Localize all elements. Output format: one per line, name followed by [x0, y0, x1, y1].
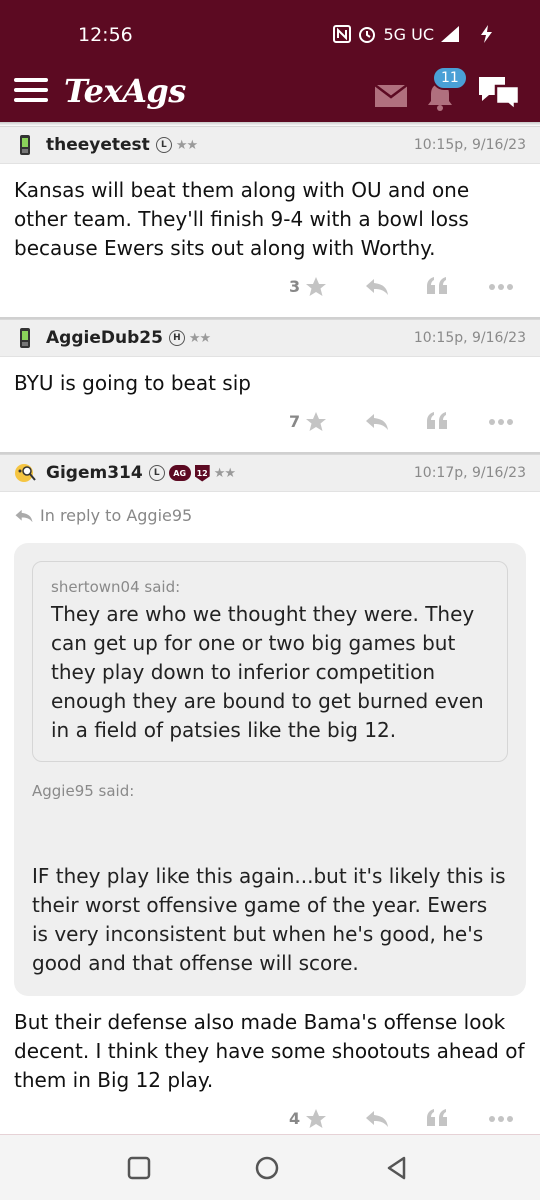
user-stars: ★★ [213, 465, 236, 481]
star-icon[interactable] [304, 275, 328, 299]
post-actions: 3 [0, 263, 540, 317]
status-bar: 12:56 5G UC [0, 0, 540, 70]
post: theeyetest L ★★ 10:15p, 9/16/23 Kansas w… [0, 126, 540, 317]
post-timestamp: 10:17p, 9/16/23 [413, 465, 526, 481]
outer-quote-author: Aggie95 said: [32, 782, 135, 800]
star-icon[interactable] [304, 1107, 328, 1131]
star-count: 7 [289, 412, 301, 431]
status-time: 12:56 [78, 24, 133, 46]
user-stars: ★★ [188, 330, 211, 346]
signal-icon [441, 26, 459, 42]
home-icon[interactable] [254, 1155, 280, 1181]
outer-quote: shertown04 said: They are who we thought… [14, 543, 526, 996]
post-header: Gigem314 L AG 12 ★★ 10:17p, 9/16/23 [0, 454, 540, 492]
chat-icon[interactable] [476, 74, 522, 110]
post-header: theeyetest L ★★ 10:15p, 9/16/23 [0, 126, 540, 164]
post-username[interactable]: theeyetest [46, 135, 150, 155]
alarm-icon [359, 27, 376, 43]
network-label: 5G UC [383, 24, 434, 44]
recents-icon[interactable] [126, 1155, 152, 1181]
quote-icon[interactable] [426, 1108, 448, 1128]
reply-arrow-icon [15, 509, 33, 522]
star-count: 3 [289, 277, 301, 296]
battery-charging-icon [481, 25, 492, 43]
app-bar: TexAgs 11 [0, 66, 540, 122]
back-icon[interactable] [384, 1155, 410, 1181]
menu-icon[interactable] [14, 78, 48, 104]
phone-avatar-icon [20, 328, 30, 348]
post: Gigem314 L AG 12 ★★ 10:17p, 9/16/23 In r… [0, 454, 540, 1149]
more-icon[interactable] [488, 1115, 514, 1123]
post-username[interactable]: Gigem314 [46, 463, 143, 483]
post-header: AggieDub25 H ★★ 10:15p, 9/16/23 [0, 319, 540, 357]
inner-quote: shertown04 said: They are who we thought… [32, 561, 508, 762]
quote-icon[interactable] [426, 276, 448, 296]
user-tag: H [168, 330, 185, 346]
post-timestamp: 10:15p, 9/16/23 [413, 137, 526, 153]
in-reply-link[interactable]: In reply to Aggie95 [0, 492, 540, 525]
user-tag: L [148, 465, 165, 481]
star-icon[interactable] [304, 410, 328, 434]
inner-quote-text: They are who we thought they were. They … [51, 602, 484, 742]
quote-icon[interactable] [426, 411, 448, 431]
texags-logo[interactable]: TexAgs [64, 72, 186, 110]
user-tag: L [155, 137, 172, 153]
post-timestamp: 10:15p, 9/16/23 [413, 330, 526, 346]
in-reply-text: In reply to Aggie95 [40, 506, 193, 525]
reply-icon[interactable] [364, 1109, 390, 1129]
more-icon[interactable] [488, 418, 514, 426]
system-icons: 5G UC [333, 24, 496, 44]
system-nav-bar [0, 1134, 540, 1200]
reply-icon[interactable] [364, 277, 390, 297]
post-body: BYU is going to beat sip [14, 371, 251, 395]
notification-badge: 11 [432, 66, 468, 90]
inner-quote-author: shertown04 said: [51, 578, 181, 596]
ag-tag: AG [168, 465, 191, 481]
star-count: 4 [289, 1109, 301, 1128]
outer-quote-text: IF they play like this again...but it's … [32, 864, 506, 975]
phone-avatar-icon [20, 135, 30, 155]
shield-tag: 12 [194, 464, 210, 482]
post-body: But their defense also made Bama's offen… [14, 1010, 525, 1092]
mail-icon[interactable] [374, 84, 408, 108]
nfc-icon [333, 25, 352, 43]
post-body: Kansas will beat them along with OU and … [14, 178, 470, 260]
top-bar: 12:56 5G UC TexAgs 11 [0, 0, 540, 122]
emoji-avatar-icon [15, 464, 36, 482]
post: AggieDub25 H ★★ 10:15p, 9/16/23 BYU is g… [0, 319, 540, 452]
post-actions: 7 [0, 398, 540, 452]
post-username[interactable]: AggieDub25 [46, 328, 163, 348]
more-icon[interactable] [488, 283, 514, 291]
user-stars: ★★ [175, 137, 198, 153]
reply-icon[interactable] [364, 412, 390, 432]
